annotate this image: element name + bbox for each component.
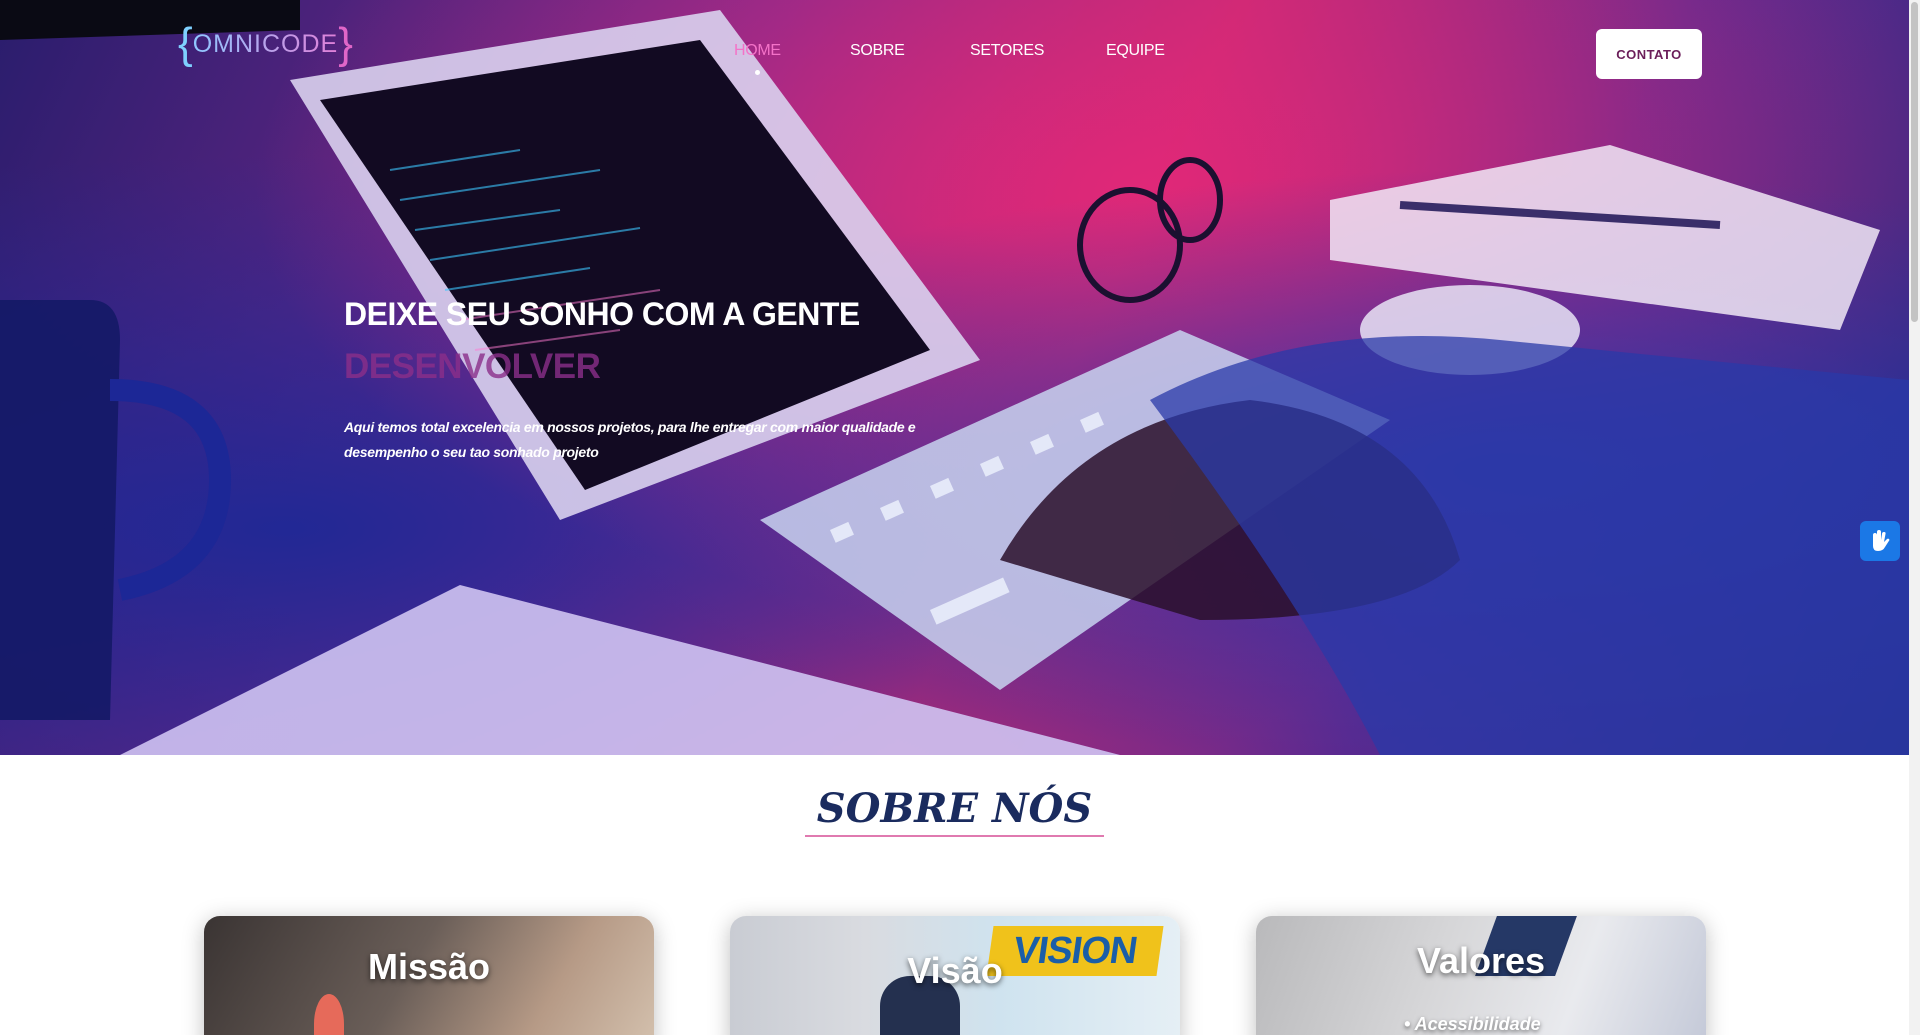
hero-banner: { OMNICODE } HOME SOBRE SETORES EQUIPE C… bbox=[0, 0, 1909, 755]
nav-item-home[interactable]: HOME bbox=[734, 42, 781, 75]
nav-item-equipe[interactable]: EQUIPE bbox=[1106, 42, 1165, 60]
card-valores-bullet: • Acessibilidade bbox=[1404, 1014, 1541, 1034]
accessibility-button[interactable] bbox=[1860, 521, 1900, 561]
hero-description: Aqui temos total excelencia em nossos pr… bbox=[344, 419, 916, 460]
hero-title: DEIXE SEU SONHO COM A GENTE bbox=[344, 296, 860, 332]
card-valores-title: Valores bbox=[1416, 940, 1546, 981]
about-section-title: SOBRE NÓS bbox=[816, 785, 1093, 832]
nav-item-setores[interactable]: SETORES bbox=[970, 42, 1044, 60]
card-visao-title: Visão bbox=[907, 950, 1003, 991]
hero-subtitle: DESENVOLVER bbox=[344, 347, 601, 386]
sign-language-icon bbox=[1873, 530, 1890, 551]
nav-item-home-label: HOME bbox=[734, 42, 781, 59]
card-missao[interactable]: Missão bbox=[204, 916, 654, 1035]
scrollbar-thumb[interactable] bbox=[1911, 2, 1918, 322]
card-valores-bullet-text: Acessibilidade bbox=[1414, 1014, 1541, 1034]
card-visao[interactable]: VISION Visão bbox=[730, 916, 1180, 1035]
card-valores[interactable]: Valores • Acessibilidade bbox=[1256, 916, 1706, 1035]
card-missao-title: Missão bbox=[367, 946, 491, 987]
hero-background-image bbox=[0, 0, 1909, 755]
about-title-underline bbox=[805, 835, 1104, 837]
contato-button[interactable]: CONTATO bbox=[1596, 29, 1702, 79]
nav-item-sobre[interactable]: SOBRE bbox=[850, 42, 905, 60]
